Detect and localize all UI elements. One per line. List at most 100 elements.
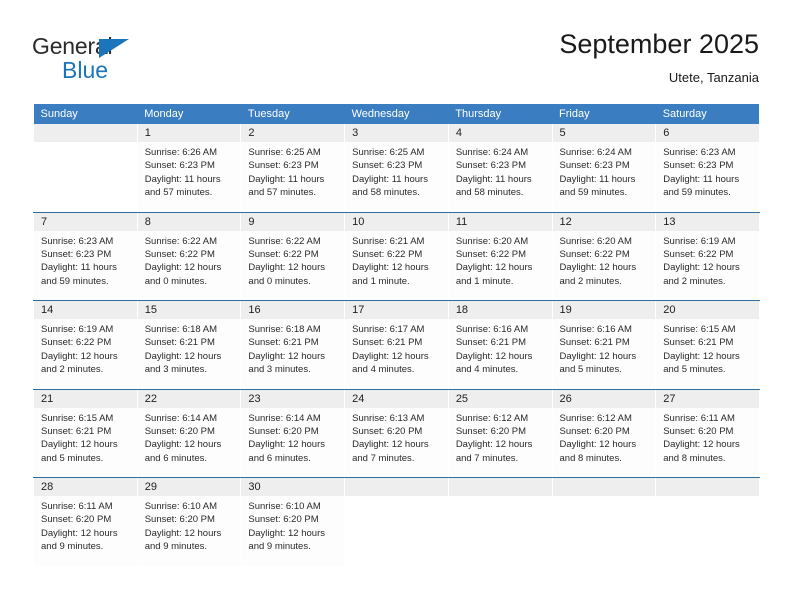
daylight-text-2: and 59 minutes. [559, 187, 628, 199]
sunset-text: Sunset: 6:21 PM [663, 337, 734, 349]
day-number[interactable]: 6 [655, 124, 760, 142]
day-number[interactable]: 10 [344, 212, 449, 231]
week-4-details: Sunrise: 6:15 AM Sunset: 6:21 PM Dayligh… [33, 407, 760, 478]
daylight-text-2: and 0 minutes. [144, 275, 208, 287]
sunrise-text: Sunrise: 6:10 AM [248, 501, 321, 512]
daylight-text-1: Daylight: 11 hours [663, 173, 740, 185]
day-cell[interactable]: Sunrise: 6:11 AM Sunset: 6:20 PM Dayligh… [33, 496, 138, 566]
day-cell[interactable]: Sunrise: 6:24 AM Sunset: 6:23 PM Dayligh… [551, 142, 657, 213]
day-number[interactable]: 22 [136, 389, 242, 408]
day-cell[interactable]: Sunrise: 6:22 AM Sunset: 6:22 PM Dayligh… [136, 230, 242, 301]
day-number[interactable]: 14 [33, 300, 138, 319]
day-cell[interactable]: Sunrise: 6:13 AM Sunset: 6:20 PM Dayligh… [344, 407, 449, 478]
daylight-text-2: and 59 minutes. [41, 275, 109, 287]
day-cell[interactable]: Sunrise: 6:14 AM Sunset: 6:20 PM Dayligh… [136, 407, 242, 478]
day-cell[interactable]: Sunrise: 6:17 AM Sunset: 6:21 PM Dayligh… [344, 319, 449, 390]
day-number[interactable]: 25 [447, 389, 553, 408]
day-cell-empty [447, 496, 553, 566]
day-cell[interactable]: Sunrise: 6:25 AM Sunset: 6:23 PM Dayligh… [240, 142, 346, 213]
brand-logo[interactable]: General Blue [32, 34, 232, 90]
day-number[interactable]: 21 [33, 389, 138, 408]
day-number[interactable]: 23 [240, 389, 346, 408]
sunset-text: Sunset: 6:22 PM [455, 248, 527, 260]
day-cell[interactable]: Sunrise: 6:19 AM Sunset: 6:22 PM Dayligh… [655, 230, 760, 301]
day-number[interactable]: 7 [33, 212, 138, 231]
day-number[interactable]: 17 [344, 300, 449, 319]
sunrise-text: Sunrise: 6:25 AM [248, 147, 321, 158]
day-number[interactable]: 8 [136, 212, 242, 231]
day-cell[interactable]: Sunrise: 6:15 AM Sunset: 6:21 PM Dayligh… [33, 407, 138, 478]
day-number[interactable]: 3 [344, 124, 449, 142]
day-number[interactable]: 28 [33, 477, 138, 496]
daylight-text-2: and 4 minutes. [352, 364, 415, 376]
daylight-text-2: and 59 minutes. [663, 187, 731, 199]
day-cell[interactable]: Sunrise: 6:12 AM Sunset: 6:20 PM Dayligh… [551, 407, 657, 478]
day-number[interactable]: 4 [447, 124, 553, 142]
daylight-text-2: and 58 minutes. [455, 187, 524, 199]
sunset-text: Sunset: 6:22 PM [41, 337, 112, 349]
daylight-text-2: and 7 minutes. [352, 452, 415, 464]
day-cell[interactable]: Sunrise: 6:16 AM Sunset: 6:21 PM Dayligh… [447, 319, 553, 390]
day-number[interactable]: 1 [136, 124, 242, 142]
day-number[interactable]: 16 [240, 300, 346, 319]
sunset-text: Sunset: 6:20 PM [41, 514, 112, 526]
day-cell[interactable]: Sunrise: 6:22 AM Sunset: 6:22 PM Dayligh… [240, 230, 346, 301]
day-cell[interactable]: Sunrise: 6:14 AM Sunset: 6:20 PM Dayligh… [240, 407, 346, 478]
day-cell[interactable]: Sunrise: 6:18 AM Sunset: 6:21 PM Dayligh… [240, 319, 346, 390]
daylight-text-1: Daylight: 12 hours [144, 262, 222, 274]
calendar-grid: Sunday Monday Tuesday Wednesday Thursday… [33, 104, 760, 566]
week-2-details: Sunrise: 6:23 AM Sunset: 6:23 PM Dayligh… [33, 230, 760, 301]
sunset-text: Sunset: 6:20 PM [352, 425, 423, 437]
sunrise-text: Sunrise: 6:22 AM [248, 235, 321, 247]
day-cell[interactable]: Sunrise: 6:11 AM Sunset: 6:20 PM Dayligh… [655, 407, 760, 478]
day-number[interactable]: 29 [136, 477, 242, 496]
day-cell[interactable]: Sunrise: 6:23 AM Sunset: 6:23 PM Dayligh… [33, 230, 138, 301]
day-number[interactable]: 24 [344, 389, 449, 408]
day-number[interactable]: 27 [655, 389, 760, 408]
location-subtitle: Utete, Tanzania [668, 70, 759, 85]
daylight-text-1: Daylight: 12 hours [663, 439, 740, 451]
day-cell[interactable]: Sunrise: 6:20 AM Sunset: 6:22 PM Dayligh… [447, 230, 553, 301]
sunrise-text: Sunrise: 6:16 AM [559, 324, 632, 335]
calendar-page: General Blue September 2025 Utete, Tanza… [0, 0, 792, 612]
day-number[interactable]: 11 [447, 212, 553, 231]
day-cell[interactable]: Sunrise: 6:24 AM Sunset: 6:23 PM Dayligh… [447, 142, 553, 213]
day-number[interactable]: 15 [136, 300, 242, 319]
day-cell[interactable]: Sunrise: 6:12 AM Sunset: 6:20 PM Dayligh… [447, 407, 553, 478]
day-number[interactable]: 20 [655, 300, 760, 319]
day-cell[interactable]: Sunrise: 6:20 AM Sunset: 6:22 PM Dayligh… [551, 230, 657, 301]
day-number[interactable]: 9 [240, 212, 346, 231]
daylight-text-1: Daylight: 11 hours [41, 262, 117, 274]
day-cell[interactable]: Sunrise: 6:23 AM Sunset: 6:23 PM Dayligh… [655, 142, 760, 213]
day-cell[interactable]: Sunrise: 6:18 AM Sunset: 6:21 PM Dayligh… [136, 319, 242, 390]
day-number[interactable]: 30 [240, 477, 346, 496]
day-number[interactable]: 18 [447, 300, 553, 319]
day-cell[interactable]: Sunrise: 6:16 AM Sunset: 6:21 PM Dayligh… [551, 319, 657, 390]
sunset-text: Sunset: 6:23 PM [248, 160, 319, 172]
daylight-text-1: Daylight: 12 hours [41, 350, 118, 362]
week-1-daynumbers: 1 2 3 4 5 6 [33, 124, 760, 142]
day-cell[interactable]: Sunrise: 6:10 AM Sunset: 6:20 PM Dayligh… [136, 496, 242, 566]
day-number[interactable]: 13 [655, 212, 760, 231]
sunrise-text: Sunrise: 6:26 AM [144, 147, 218, 158]
day-cell[interactable]: Sunrise: 6:21 AM Sunset: 6:22 PM Dayligh… [344, 230, 449, 301]
sunset-text: Sunset: 6:20 PM [144, 514, 215, 526]
day-number[interactable]: 5 [551, 124, 657, 142]
day-cell[interactable]: Sunrise: 6:25 AM Sunset: 6:23 PM Dayligh… [344, 142, 449, 213]
daylight-text-1: Daylight: 11 hours [455, 173, 532, 185]
day-number[interactable]: 26 [551, 389, 657, 408]
day-number[interactable]: 19 [551, 300, 657, 319]
day-cell[interactable]: Sunrise: 6:26 AM Sunset: 6:23 PM Dayligh… [136, 142, 242, 213]
day-cell[interactable]: Sunrise: 6:15 AM Sunset: 6:21 PM Dayligh… [655, 319, 760, 390]
day-cell[interactable]: Sunrise: 6:19 AM Sunset: 6:22 PM Dayligh… [33, 319, 138, 390]
sunset-text: Sunset: 6:21 PM [559, 337, 630, 349]
week-4-daynumbers: 21 22 23 24 25 26 27 [33, 389, 760, 408]
daylight-text-2: and 4 minutes. [455, 364, 519, 376]
sunset-text: Sunset: 6:21 PM [41, 425, 112, 437]
daylight-text-1: Daylight: 12 hours [455, 350, 533, 362]
sunrise-text: Sunrise: 6:12 AM [559, 412, 632, 424]
day-cell[interactable]: Sunrise: 6:10 AM Sunset: 6:20 PM Dayligh… [240, 496, 346, 566]
daylight-text-1: Daylight: 12 hours [41, 527, 118, 539]
day-number[interactable]: 2 [240, 124, 346, 142]
day-number[interactable]: 12 [551, 212, 657, 231]
